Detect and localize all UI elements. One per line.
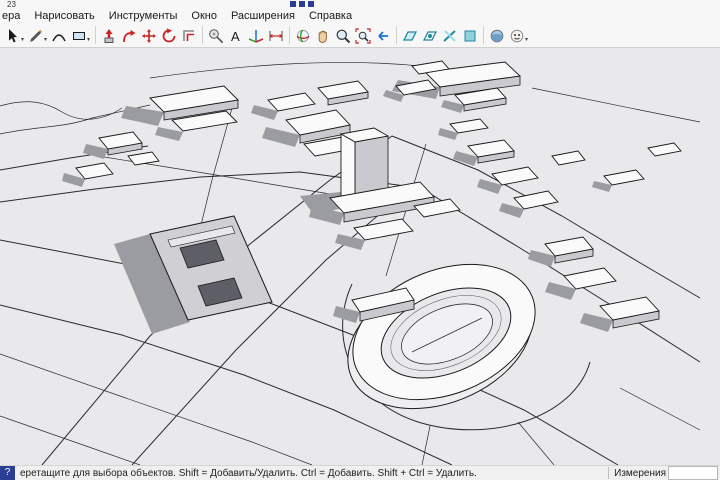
menu-item-help[interactable]: Справка (302, 9, 359, 23)
move-icon (141, 28, 157, 44)
offset-icon (181, 28, 197, 44)
push-pull-tool-button[interactable] (99, 25, 119, 46)
offset-tool-button[interactable] (179, 25, 199, 46)
look-around-icon (509, 28, 525, 44)
text-tool-icon: A (228, 28, 244, 44)
zoom-icon (335, 28, 351, 44)
arc-tool-button[interactable] (49, 25, 69, 46)
section-fill-tool-button[interactable] (460, 25, 480, 46)
titlebar: 23 (0, 0, 720, 9)
zoom-extents-tool-button[interactable] (353, 25, 373, 46)
toolbar-separator (289, 26, 290, 44)
section-fill-icon (462, 28, 478, 44)
dropdown-caret-icon[interactable]: ▾ (21, 36, 24, 44)
dimension-tool-button[interactable] (266, 25, 286, 46)
move-tool-button[interactable] (139, 25, 159, 46)
dropdown-caret-icon[interactable]: ▾ (44, 36, 47, 44)
pan-tool-button[interactable] (313, 25, 333, 46)
select-arrow-icon (5, 28, 21, 44)
pencil-icon (28, 28, 44, 44)
dimension-icon (268, 28, 284, 44)
prev-view-icon (375, 28, 391, 44)
toolbar-separator (95, 26, 96, 44)
titlebar-icons (290, 1, 314, 7)
section-plane-tool-button[interactable] (400, 25, 420, 46)
status-bar: ? еретащите для выбора объектов. Shift =… (0, 465, 720, 480)
tape-measure-tool-button[interactable] (206, 25, 226, 46)
rectangle-icon (71, 28, 87, 44)
styles-sphere-icon (489, 28, 505, 44)
menu-item-tools[interactable]: Инструменты (102, 9, 185, 23)
toolbar-separator (202, 26, 203, 44)
axes-icon (248, 28, 264, 44)
sketchup-window: 23 ераНарисоватьИнструментыОкноРасширени… (0, 0, 720, 480)
menu-item-camera[interactable]: ера (0, 9, 27, 23)
follow-me-icon (121, 28, 137, 44)
section-cut-icon (442, 28, 458, 44)
select-tool-button[interactable]: ▾ (3, 25, 26, 46)
orbit-tool-button[interactable] (293, 25, 313, 46)
help-icon[interactable]: ? (0, 466, 15, 480)
arc-icon (51, 28, 67, 44)
menu-item-draw[interactable]: Нарисовать (27, 9, 101, 23)
sky-background (0, 48, 720, 465)
statusbar-divider (608, 467, 609, 479)
line-tool-button[interactable]: ▾ (26, 25, 49, 46)
dropdown-caret-icon[interactable]: ▾ (525, 36, 528, 44)
section-plane-icon (402, 28, 418, 44)
menu-item-extensions[interactable]: Расширения (224, 9, 302, 23)
tape-measure-icon (208, 28, 224, 44)
push-pull-icon (101, 28, 117, 44)
zoom-extents-icon (355, 28, 371, 44)
section-display-tool-button[interactable] (420, 25, 440, 46)
zoom-tool-button[interactable] (333, 25, 353, 46)
pan-icon (315, 28, 331, 44)
menu-bar: ераНарисоватьИнструментыОкноРасширенияСп… (0, 9, 720, 23)
window-title: 23 (0, 0, 16, 9)
rotate-icon (161, 28, 177, 44)
svg-text:A: A (231, 29, 240, 44)
rectangle-tool-button[interactable]: ▾ (69, 25, 92, 46)
model-viewport[interactable] (0, 48, 720, 465)
toolbar-separator (396, 26, 397, 44)
section-display-icon (422, 28, 438, 44)
status-hint-text: еретащите для выбора объектов. Shift = Д… (20, 468, 603, 479)
axes-tool-button[interactable] (246, 25, 266, 46)
model-scene (0, 48, 720, 465)
measurements-input[interactable] (668, 466, 718, 480)
menu-item-window[interactable]: Окно (184, 9, 224, 23)
previous-view-tool-button[interactable] (373, 25, 393, 46)
follow-me-tool-button[interactable] (119, 25, 139, 46)
look-around-tool-button[interactable]: ▾ (507, 25, 530, 46)
orbit-icon (295, 28, 311, 44)
toolbar: ▾ ▾ ▾ A ▾ (0, 23, 720, 48)
styles-tool-button[interactable] (487, 25, 507, 46)
dropdown-caret-icon[interactable]: ▾ (87, 36, 90, 44)
toolbar-separator (483, 26, 484, 44)
section-cuts-tool-button[interactable] (440, 25, 460, 46)
rotate-tool-button[interactable] (159, 25, 179, 46)
text-tool-button[interactable]: A (226, 25, 246, 46)
measurements-label: Измерения (614, 468, 666, 479)
